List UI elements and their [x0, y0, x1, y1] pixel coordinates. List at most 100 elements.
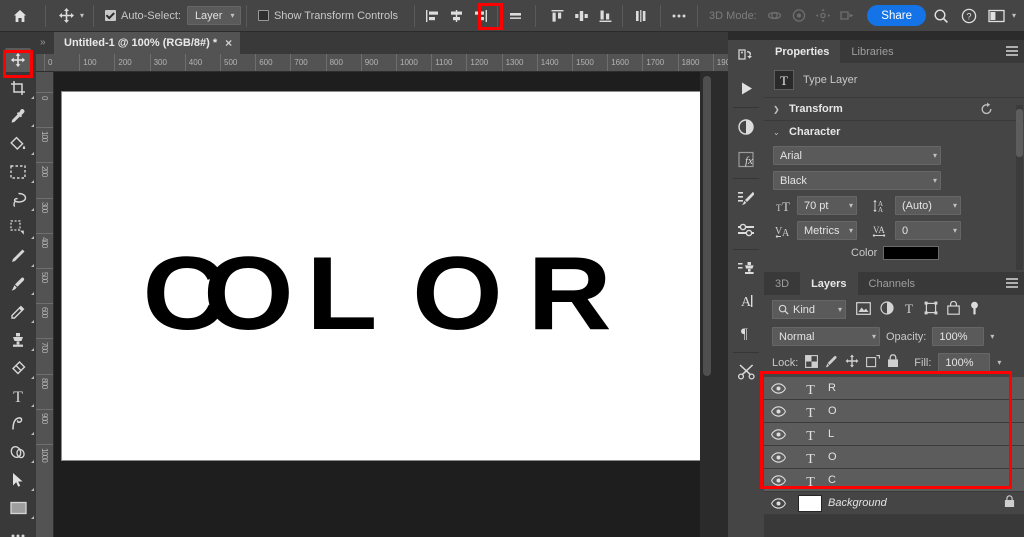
filter-shape-icon[interactable] — [924, 301, 938, 318]
healing-brush-tool[interactable] — [0, 298, 36, 326]
rectangular-marquee-tool[interactable] — [0, 158, 36, 186]
text-color-swatch[interactable] — [883, 246, 940, 260]
layer-row[interactable]: TR — [764, 377, 1024, 400]
distribute-horizontal-centers-button[interactable] — [570, 4, 592, 28]
close-icon[interactable]: × — [225, 36, 232, 50]
share-button[interactable]: Share — [867, 5, 926, 26]
transform-section-header[interactable]: ❯ Transform — [764, 97, 1024, 120]
tab-libraries[interactable]: Libraries — [840, 40, 904, 63]
layer-visibility-eye-icon[interactable] — [764, 451, 792, 463]
blur-tool[interactable] — [0, 438, 36, 466]
distribute-top-edges-button[interactable] — [546, 4, 568, 28]
layer-row[interactable]: TC — [764, 469, 1024, 492]
filter-toggle-icon[interactable] — [969, 301, 980, 319]
leading-dropdown[interactable]: (Auto) ▾ — [895, 196, 961, 215]
adjustments-panel-icon[interactable] — [728, 111, 764, 143]
layer-row[interactable]: TO — [764, 400, 1024, 423]
filter-type-icon[interactable]: T — [903, 301, 915, 318]
layer-row[interactable]: Background — [764, 492, 1024, 515]
character-section-header[interactable]: ⌄ Character — [764, 120, 1024, 143]
pan-3d-icon[interactable] — [812, 4, 834, 28]
blend-mode-dropdown[interactable]: Normal ▾ — [772, 327, 880, 346]
scrollbar-thumb[interactable] — [703, 76, 711, 376]
font-style-dropdown[interactable]: Black ▾ — [773, 171, 941, 190]
layer-visibility-eye-icon[interactable] — [764, 497, 792, 509]
properties-panel-scrollbar[interactable] — [1016, 105, 1023, 270]
pen-tool[interactable] — [0, 410, 36, 438]
chevron-down-icon[interactable]: ▾ — [80, 11, 84, 20]
document-canvas[interactable]: C O L O R — [62, 92, 700, 460]
history-panel-icon[interactable] — [728, 40, 764, 72]
opacity-chevron-down-icon[interactable]: ▾ — [990, 332, 994, 341]
fill-input[interactable]: 100% — [938, 353, 991, 372]
lock-artboard-icon[interactable] — [866, 354, 881, 371]
auto-select-checkbox-group[interactable]: Auto-Select: — [99, 4, 187, 28]
canvas-letter-L[interactable]: L — [306, 235, 377, 354]
brushes-panel-icon[interactable] — [728, 214, 764, 246]
tab-layers[interactable]: Layers — [800, 272, 858, 295]
filter-pixel-icon[interactable] — [856, 301, 871, 318]
filter-smart-object-icon[interactable] — [947, 300, 960, 318]
workspace-icon[interactable] — [984, 3, 1010, 29]
quick-selection-tool[interactable] — [0, 214, 36, 242]
canvas-letter-O-2[interactable]: O — [412, 235, 503, 354]
home-button[interactable] — [0, 0, 40, 32]
show-transform-controls-group[interactable]: Show Transform Controls — [252, 4, 404, 28]
type-tool[interactable]: T — [0, 382, 36, 410]
align-right-edges-button[interactable] — [469, 4, 491, 28]
eraser-tool[interactable] — [0, 354, 36, 382]
panel-menu-icon[interactable] — [1006, 46, 1018, 56]
canvas-vertical-scrollbar[interactable] — [700, 72, 714, 537]
layer-filter-kind-dropdown[interactable]: Kind ▾ — [772, 300, 846, 319]
actions-panel-icon[interactable] — [728, 72, 764, 104]
show-transform-checkbox[interactable] — [257, 10, 269, 21]
eyedropper-tool[interactable] — [0, 102, 36, 130]
tab-properties[interactable]: Properties — [764, 40, 841, 63]
distribute-bottom-edges-button[interactable] — [594, 4, 616, 28]
gradient-tool[interactable] — [0, 242, 36, 270]
crop-tool[interactable] — [0, 74, 36, 102]
layer-visibility-eye-icon[interactable] — [764, 428, 792, 440]
help-icon[interactable]: ? — [956, 3, 982, 29]
scrollbar-thumb[interactable] — [1016, 109, 1023, 157]
align-horizontal-centers-button[interactable] — [445, 4, 467, 28]
tool-presets-panel-icon[interactable] — [728, 356, 764, 388]
kerning-dropdown[interactable]: Metrics ▾ — [797, 221, 857, 240]
search-icon[interactable] — [928, 3, 954, 29]
horizontal-ruler[interactable]: 0 100 200 300 400 500 600 700 800 900 1000 1100 1200… — [36, 54, 728, 72]
styles-panel-icon[interactable]: fx — [728, 143, 764, 175]
brush-settings-panel-icon[interactable] — [728, 182, 764, 214]
path-selection-tool[interactable] — [0, 466, 36, 494]
clone-stamp-tool[interactable] — [0, 326, 36, 354]
paragraph-panel-icon[interactable]: ¶ — [728, 317, 764, 349]
panel-menu-icon[interactable] — [1006, 278, 1018, 288]
move-tool[interactable] — [0, 46, 36, 74]
canvas-letter-O-1[interactable]: O — [203, 235, 294, 354]
opacity-input[interactable]: 100% — [932, 327, 985, 346]
canvas-area[interactable]: C O L O R — [54, 72, 714, 537]
tab-overflow-icon[interactable]: » — [40, 37, 46, 48]
vertical-ruler[interactable]: 0 100 200 300 400 500 600 700 800 900 1000 — [36, 72, 54, 537]
font-size-dropdown[interactable]: 70 pt ▾ — [797, 196, 857, 215]
clone-source-panel-icon[interactable] — [728, 253, 764, 285]
tab-channels[interactable]: Channels — [858, 272, 926, 295]
chevron-down-icon[interactable]: ▾ — [1012, 11, 1018, 20]
auto-select-checkbox[interactable] — [105, 10, 117, 21]
paint-bucket-tool[interactable] — [0, 130, 36, 158]
lasso-tool[interactable] — [0, 186, 36, 214]
layer-visibility-eye-icon[interactable] — [764, 405, 792, 417]
lock-position-icon[interactable] — [845, 354, 859, 371]
canvas-letter-R[interactable]: R — [527, 235, 611, 354]
current-tool-chip[interactable]: ▾ — [51, 4, 88, 28]
rectangle-tool[interactable] — [0, 494, 36, 522]
edit-toolbar-button[interactable] — [0, 522, 36, 537]
brush-tool[interactable] — [0, 270, 36, 298]
layer-visibility-eye-icon[interactable] — [764, 474, 792, 486]
align-bottom-edges-button[interactable] — [504, 4, 526, 28]
font-family-dropdown[interactable]: Arial ▾ — [773, 146, 941, 165]
character-panel-icon[interactable]: A — [728, 285, 764, 317]
tracking-dropdown[interactable]: 0 ▾ — [895, 221, 961, 240]
roll-3d-icon[interactable] — [788, 4, 810, 28]
reset-icon[interactable] — [980, 102, 994, 118]
lock-transparent-pixels-icon[interactable] — [805, 354, 819, 371]
